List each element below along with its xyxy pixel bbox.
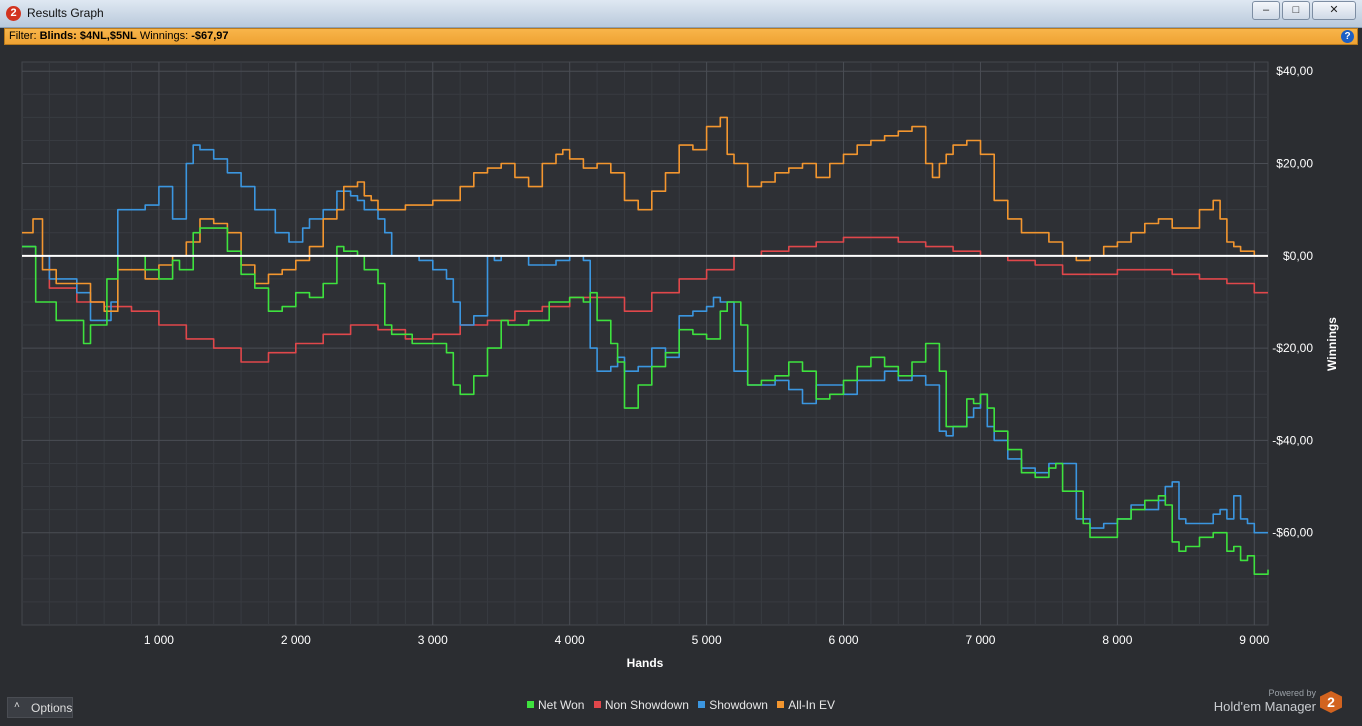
- filter-summary: Filter: Blinds: $4NL,$5NL Winnings: -$67…: [9, 30, 229, 42]
- x-tick-label: 5 000: [692, 633, 722, 647]
- legend-swatch: [593, 701, 601, 708]
- help-icon[interactable]: ?: [1341, 30, 1354, 43]
- legend-label: Showdown: [709, 698, 768, 712]
- filter-bar[interactable]: Filter: Blinds: $4NL,$5NL Winnings: -$67…: [4, 28, 1358, 45]
- plot-area[interactable]: [21, 61, 1269, 626]
- hm2-app-icon: 2: [6, 6, 21, 21]
- y-tick-label: $20,00: [1276, 157, 1313, 171]
- x-tick-label: 2 000: [281, 633, 311, 647]
- close-icon[interactable]: ✕: [1312, 1, 1356, 20]
- legend-item-showdown[interactable]: Showdown: [698, 698, 768, 712]
- y-axis-title: Winnings: [1325, 317, 1339, 371]
- legend-label: All-In EV: [788, 698, 835, 712]
- y-tick-label: $40,00: [1276, 64, 1313, 78]
- filter-blinds-label: Blinds:: [39, 30, 77, 42]
- legend-item-non-showdown[interactable]: Non Showdown: [593, 698, 689, 712]
- window-controls: – □ ✕: [1252, 1, 1356, 20]
- legend-label: Net Won: [538, 698, 585, 712]
- hm2-logo-icon: 2: [1320, 691, 1342, 713]
- window-title: Results Graph: [27, 6, 104, 20]
- filter-winnings-label: Winnings:: [139, 30, 189, 42]
- legend-swatch: [777, 701, 785, 708]
- window-titlebar[interactable]: 2 Results Graph – □ ✕: [0, 0, 1362, 28]
- x-tick-label: 1 000: [144, 633, 174, 647]
- y-tick-label: -$20,00: [1272, 341, 1313, 355]
- brand-block: Powered by Hold'em Manager 2: [1214, 688, 1342, 714]
- brand-name: Hold'em Manager: [1213, 699, 1316, 714]
- minimize-icon[interactable]: –: [1252, 1, 1280, 20]
- legend-item-all-in-ev[interactable]: All-In EV: [777, 698, 835, 712]
- x-tick-label: 6 000: [829, 633, 859, 647]
- maximize-icon[interactable]: □: [1282, 1, 1310, 20]
- x-tick-label: 9 000: [1239, 633, 1269, 647]
- legend-item-net-won[interactable]: Net Won: [527, 698, 584, 712]
- powered-by-text: Powered by: [1268, 688, 1316, 698]
- y-tick-label: $0,00: [1283, 249, 1313, 263]
- y-tick-label: -$60,00: [1272, 526, 1313, 540]
- filter-prefix: Filter:: [9, 30, 37, 42]
- legend-label: Non Showdown: [604, 698, 689, 712]
- x-axis-title: Hands: [627, 656, 664, 670]
- legend-swatch: [527, 701, 535, 708]
- x-tick-label: 7 000: [965, 633, 995, 647]
- x-tick-label: 3 000: [418, 633, 448, 647]
- x-tick-label: 8 000: [1102, 633, 1132, 647]
- chart-legend: Net Won Non Showdown Showdown All-In EV: [0, 698, 1362, 712]
- x-tick-label: 4 000: [555, 633, 585, 647]
- legend-swatch: [698, 701, 706, 708]
- filter-blinds-value: $4NL,$5NL: [79, 30, 137, 42]
- y-tick-label: -$40,00: [1272, 433, 1313, 447]
- results-chart: 1 000 2 000 3 000 4 000 5 000 6 000 7 000 8 000…: [4, 45, 1358, 695]
- filter-winnings-value: -$67,97: [191, 30, 229, 42]
